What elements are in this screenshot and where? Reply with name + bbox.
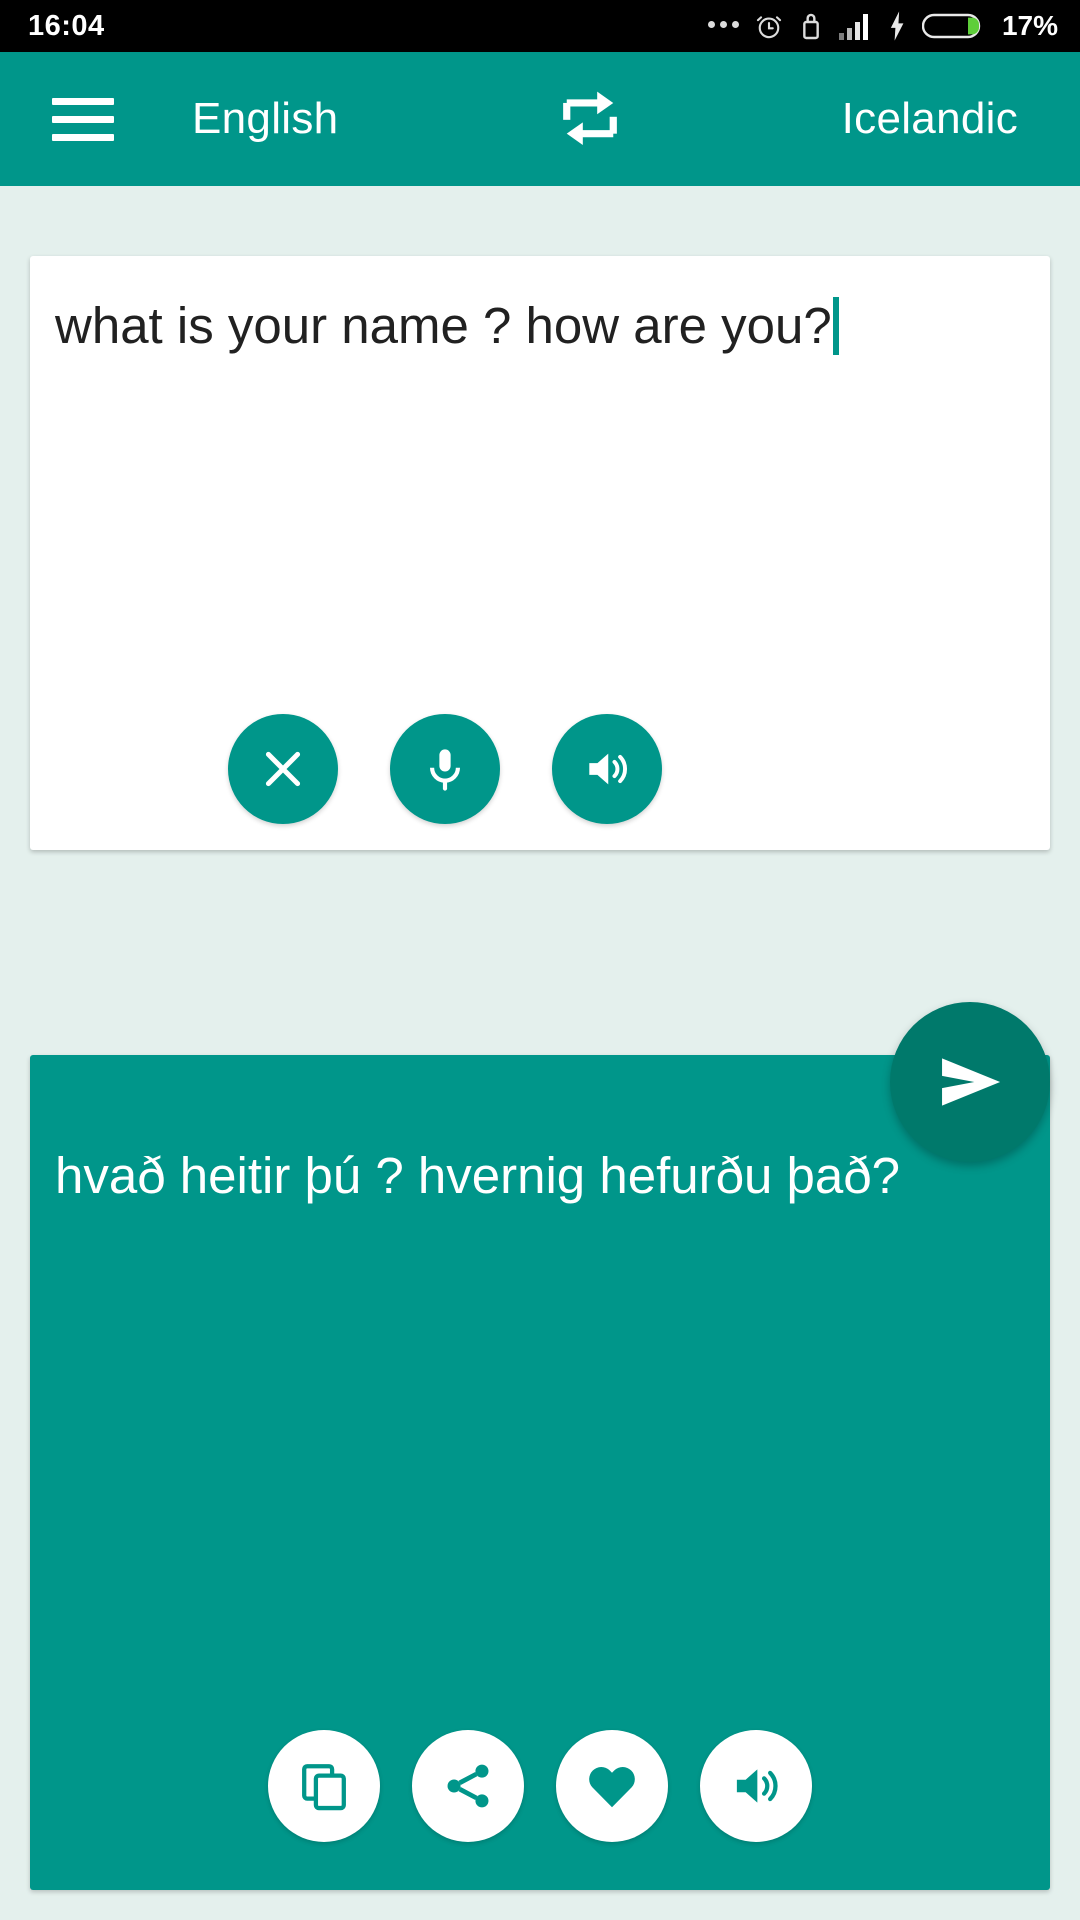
status-clock: 16:04: [28, 9, 105, 42]
text-caret: [832, 297, 839, 355]
microphone-icon: [430, 749, 460, 791]
translation-action-bar: [30, 1730, 1050, 1842]
listen-translation-button[interactable]: [700, 1730, 812, 1842]
share-icon: [447, 1764, 489, 1808]
translation-result-card: hvað heitir þú ? hvernig hefurðu það?: [30, 1055, 1050, 1890]
favorite-button[interactable]: [556, 1730, 668, 1842]
listen-source-button[interactable]: [552, 714, 662, 824]
source-text-card: what is your name ? how are you?: [30, 256, 1050, 850]
send-button[interactable]: [890, 1002, 1050, 1162]
clear-button[interactable]: [228, 714, 338, 824]
usb-icon: [803, 13, 819, 40]
status-icons: 17%: [707, 10, 1058, 42]
more-dots-icon: [707, 21, 739, 31]
target-language-selector[interactable]: Icelandic: [842, 94, 1018, 144]
battery-icon: [921, 13, 981, 39]
copy-icon: [302, 1764, 346, 1811]
close-icon: [265, 751, 301, 787]
source-text-value: what is your name ? how are you?: [55, 297, 832, 354]
charging-bolt-icon: [890, 11, 904, 41]
share-button[interactable]: [412, 1730, 524, 1842]
volume-icon: [736, 1769, 778, 1803]
copy-button[interactable]: [268, 1730, 380, 1842]
source-language-selector[interactable]: English: [192, 94, 338, 144]
heart-icon: [589, 1767, 635, 1808]
volume-icon: [589, 753, 628, 785]
source-text-input[interactable]: what is your name ? how are you?: [55, 294, 1010, 358]
battery-percent: 17%: [1001, 10, 1058, 41]
source-action-bar: [30, 714, 1050, 824]
alarm-icon: [756, 16, 782, 39]
signal-icon: [838, 14, 868, 40]
send-icon: [942, 1058, 1001, 1106]
translated-text: hvað heitir þú ? hvernig hefurðu það?: [55, 1147, 900, 1204]
voice-input-button[interactable]: [390, 714, 500, 824]
status-bar: 16:04 17%: [0, 0, 1080, 52]
swap-languages-icon[interactable]: [550, 79, 630, 159]
hamburger-menu-icon[interactable]: [52, 97, 114, 141]
app-bar: English Icelandic: [0, 52, 1080, 186]
